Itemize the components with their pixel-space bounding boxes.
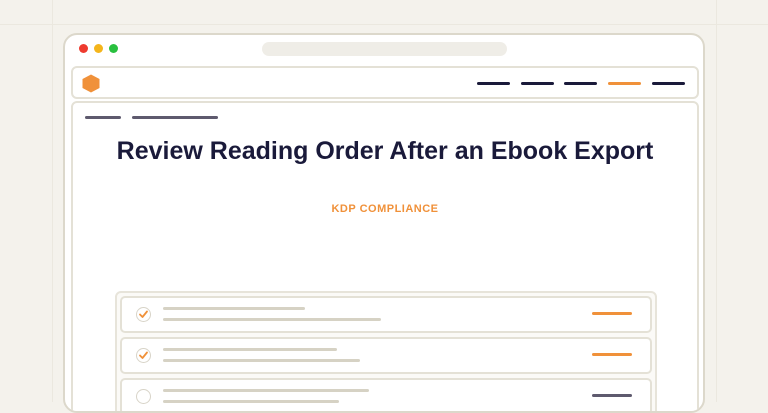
category-label: KDP COMPLIANCE <box>331 203 439 215</box>
checklist <box>115 291 657 411</box>
breadcrumb-home[interactable] <box>85 116 121 119</box>
browser-window: Review Reading Order After an Ebook Expo… <box>63 33 705 413</box>
nav-item-4-active[interactable] <box>608 82 641 85</box>
checkmark-icon <box>139 310 148 318</box>
item-title-placeholder <box>163 307 305 310</box>
background-line <box>52 0 53 402</box>
checkmark-icon <box>139 351 148 359</box>
minimize-window-button[interactable] <box>94 44 103 53</box>
breadcrumb-section[interactable] <box>132 116 218 119</box>
item-title-placeholder <box>163 348 337 351</box>
site-navbar <box>71 66 699 99</box>
checklist-item[interactable] <box>120 378 652 411</box>
item-title-placeholder <box>163 389 369 392</box>
status-indicator-pending <box>592 394 632 397</box>
window-titlebar <box>65 35 703 65</box>
maximize-window-button[interactable] <box>109 44 118 53</box>
checklist-item[interactable] <box>120 296 652 333</box>
hexagon-logo-icon[interactable] <box>82 74 100 93</box>
nav-item-5[interactable] <box>652 82 685 85</box>
nav-item-2[interactable] <box>521 82 554 85</box>
article-card: Review Reading Order After an Ebook Expo… <box>71 101 699 411</box>
nav-item-1[interactable] <box>477 82 510 85</box>
nav-item-3[interactable] <box>564 82 597 85</box>
checklist-item[interactable] <box>120 337 652 374</box>
address-bar[interactable] <box>262 42 507 56</box>
background-line <box>0 24 768 25</box>
background-line <box>716 0 717 402</box>
status-indicator-complete <box>592 312 632 315</box>
close-window-button[interactable] <box>79 44 88 53</box>
item-detail-placeholder <box>163 318 381 321</box>
checkbox-checked[interactable] <box>136 307 151 322</box>
page-title: Review Reading Order After an Ebook Expo… <box>116 137 654 165</box>
status-indicator-complete <box>592 353 632 356</box>
checkbox-checked[interactable] <box>136 348 151 363</box>
item-detail-placeholder <box>163 359 360 362</box>
